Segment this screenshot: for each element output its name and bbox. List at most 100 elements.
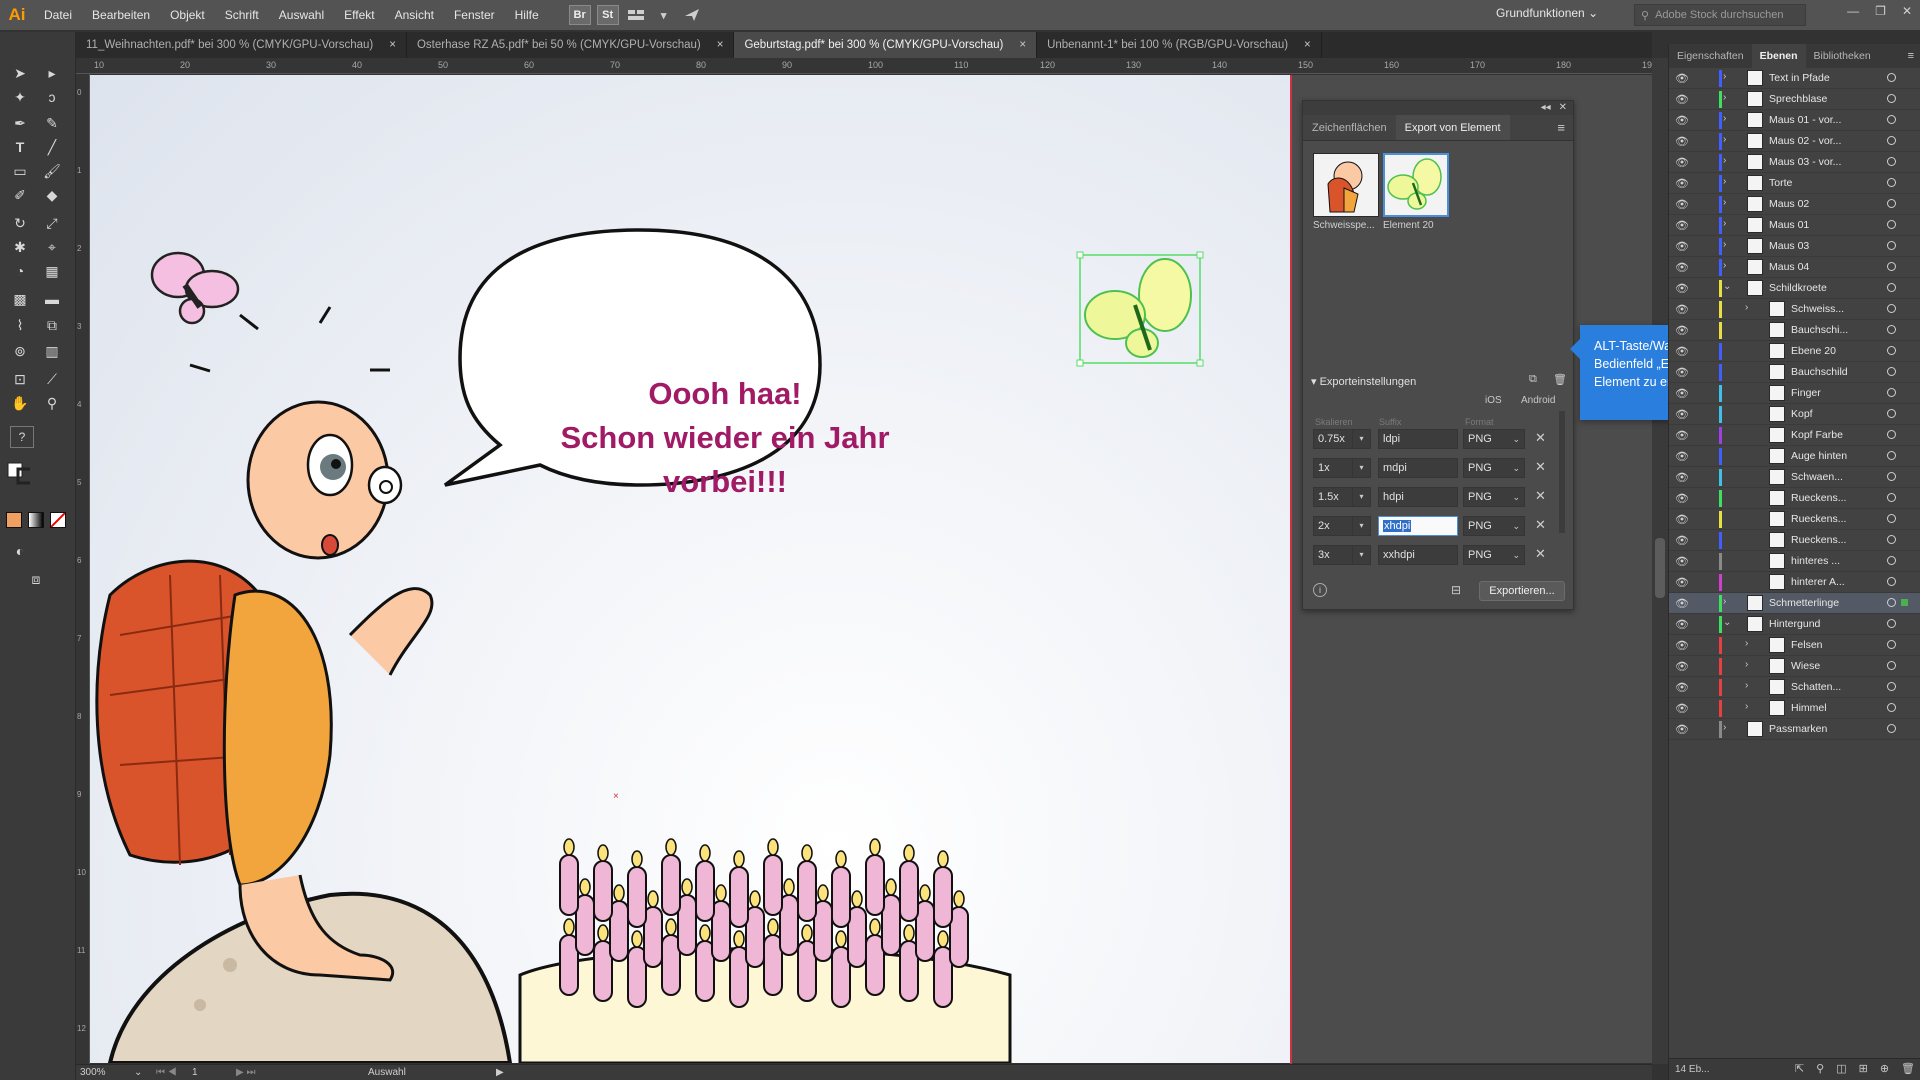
layer-row[interactable]: 👁 Finger [1669, 383, 1920, 404]
chevron-right-icon[interactable]: › [1723, 197, 1726, 208]
target-circle-icon[interactable] [1887, 73, 1896, 82]
visibility-eye-icon[interactable]: 👁 [1675, 702, 1689, 715]
menu-4[interactable]: Auswahl [269, 8, 334, 22]
chevron-right-icon[interactable]: › [1723, 134, 1726, 145]
layer-row[interactable]: 👁 › Maus 02 [1669, 194, 1920, 215]
visibility-eye-icon[interactable]: 👁 [1675, 303, 1689, 316]
visibility-eye-icon[interactable]: 👁 [1675, 471, 1689, 484]
layer-row[interactable]: 👁 Rueckens... [1669, 488, 1920, 509]
free-transform-icon[interactable]: ⌖ [40, 236, 64, 258]
target-circle-icon[interactable] [1887, 640, 1896, 649]
rows-scrollbar[interactable] [1559, 411, 1565, 533]
chevron-right-icon[interactable]: › [1723, 218, 1726, 229]
asset-thumbnail-turtle[interactable] [1313, 153, 1379, 217]
layer-row[interactable]: 👁 › Maus 02 - vor... [1669, 131, 1920, 152]
asset-thumbnail-butterfly[interactable] [1383, 153, 1449, 217]
tab-libraries[interactable]: Bibliotheken [1806, 44, 1879, 68]
layer-row[interactable]: 👁 › Schweiss... [1669, 299, 1920, 320]
next-artboard-icon[interactable]: ▶ ⏭ [236, 1067, 255, 1078]
trash-icon[interactable]: 🗑 [1901, 1062, 1915, 1075]
chevron-right-icon[interactable]: › [1745, 638, 1748, 649]
layer-row[interactable]: 👁 › Passmarken [1669, 719, 1920, 740]
chevron-right-icon[interactable]: › [1723, 596, 1726, 607]
layer-row[interactable]: 👁 Auge hinten [1669, 446, 1920, 467]
perspective-grid-icon[interactable]: ▦ [40, 260, 64, 282]
paintbrush-icon[interactable]: 🖌 [40, 160, 64, 182]
new-layer-icon[interactable]: ⊕ [1880, 1062, 1889, 1075]
scroll-thumb[interactable] [1655, 538, 1665, 598]
layer-row[interactable]: 👁 Kopf [1669, 404, 1920, 425]
suffix-input[interactable]: xhdpi [1378, 516, 1458, 536]
layer-row[interactable]: 👁 ⌄ Hintergund [1669, 614, 1920, 635]
chevron-down-icon[interactable]: ⌄ [1723, 617, 1731, 628]
chevron-right-icon[interactable]: › [1745, 701, 1748, 712]
layer-row[interactable]: 👁 › Schatten... [1669, 677, 1920, 698]
close-icon[interactable]: ✕ [1902, 4, 1912, 18]
eraser-icon[interactable]: ◆ [40, 184, 64, 206]
layer-row[interactable]: 👁 › Wiese [1669, 656, 1920, 677]
target-circle-icon[interactable] [1887, 157, 1896, 166]
tab-asset-export[interactable]: Export von Element [1395, 115, 1510, 140]
layer-row[interactable]: 👁 Bauchschild [1669, 362, 1920, 383]
tab-artboards[interactable]: Zeichenflächen [1303, 115, 1396, 140]
layer-row[interactable]: 👁 › Schmetterlinge [1669, 593, 1920, 614]
document-tab[interactable]: Osterhase RZ A5.pdf* bei 50 % (CMYK/GPU-… [407, 32, 735, 58]
visibility-eye-icon[interactable]: 👁 [1675, 135, 1689, 148]
target-circle-icon[interactable] [1887, 514, 1896, 523]
chevron-right-icon[interactable]: › [1745, 659, 1748, 670]
locate-object-icon[interactable]: ⚲ [1816, 1062, 1824, 1075]
layer-row[interactable]: 👁 Kopf Farbe [1669, 425, 1920, 446]
menu-7[interactable]: Fenster [444, 8, 505, 22]
export-settings-header[interactable]: ▾ Exporteinstellungen [1311, 375, 1416, 388]
zoom-tool-icon[interactable]: ⚲ [40, 392, 64, 414]
visibility-eye-icon[interactable]: 👁 [1675, 429, 1689, 442]
arrange-documents-icon[interactable] [625, 5, 647, 25]
batch-export-icon[interactable]: ⊟ [1451, 583, 1461, 597]
chevron-right-icon[interactable]: › [1723, 113, 1726, 124]
scale-select[interactable]: 3x ▾ [1313, 545, 1371, 565]
panel-menu-icon[interactable]: ≡ [1908, 44, 1920, 68]
visibility-eye-icon[interactable]: 👁 [1675, 597, 1689, 610]
target-circle-icon[interactable] [1887, 388, 1896, 397]
visibility-eye-icon[interactable]: 👁 [1675, 177, 1689, 190]
tab-layers[interactable]: Ebenen [1751, 44, 1806, 68]
target-circle-icon[interactable] [1887, 703, 1896, 712]
close-icon[interactable]: ✕ [1559, 101, 1567, 115]
layer-row[interactable]: 👁 Bauchschi... [1669, 320, 1920, 341]
target-circle-icon[interactable] [1887, 178, 1896, 187]
chevron-right-icon[interactable]: › [1745, 680, 1748, 691]
format-select[interactable]: PNG ⌄ [1463, 487, 1525, 507]
layer-row[interactable]: 👁 › Maus 01 [1669, 215, 1920, 236]
stock-icon[interactable]: St [596, 5, 619, 25]
send-icon[interactable] [681, 5, 703, 25]
export-layer-icon[interactable]: ⇱ [1795, 1062, 1804, 1075]
layer-row[interactable]: 👁 › Maus 01 - vor... [1669, 110, 1920, 131]
workspace-switcher[interactable]: Grundfunktionen ⌄ [1496, 6, 1598, 20]
gradient-tool-icon[interactable]: ▬ [40, 288, 64, 310]
visibility-eye-icon[interactable]: 👁 [1675, 240, 1689, 253]
suffix-input[interactable]: hdpi [1378, 487, 1458, 507]
scale-select[interactable]: 1x ▾ [1313, 458, 1371, 478]
tab-properties[interactable]: Eigenschaften [1669, 44, 1752, 68]
visibility-eye-icon[interactable]: 👁 [1675, 219, 1689, 232]
chevron-right-icon[interactable]: › [1723, 92, 1726, 103]
remove-scale-icon[interactable]: ✕ [1535, 488, 1546, 504]
layer-row[interactable]: 👁 › Maus 04 [1669, 257, 1920, 278]
format-select[interactable]: PNG ⌄ [1463, 429, 1525, 449]
chevron-down-icon[interactable]: ▾ [653, 5, 675, 25]
close-tab-icon[interactable]: × [717, 39, 724, 51]
remove-scale-icon[interactable]: ✕ [1535, 430, 1546, 446]
clipping-mask-icon[interactable]: ◫ [1836, 1062, 1846, 1075]
panel-menu-icon[interactable]: ≡ [1557, 115, 1573, 140]
scale-select[interactable]: 0.75x ▾ [1313, 429, 1371, 449]
layer-row[interactable]: 👁 › Sprechblase [1669, 89, 1920, 110]
stock-search-input[interactable]: ⚲ Adobe Stock durchsuchen [1634, 4, 1806, 26]
chevron-right-icon[interactable]: › [1723, 155, 1726, 166]
layer-row[interactable]: 👁 › Felsen [1669, 635, 1920, 656]
visibility-eye-icon[interactable]: 👁 [1675, 618, 1689, 631]
scale-select[interactable]: 2x ▾ [1313, 516, 1371, 536]
curvature-tool-icon[interactable]: ✎ [40, 112, 64, 134]
pen-tool-icon[interactable]: ✒ [8, 112, 32, 134]
draw-mode-icon[interactable]: ◐ [8, 540, 32, 562]
zoom-level[interactable]: 300% [80, 1067, 106, 1078]
